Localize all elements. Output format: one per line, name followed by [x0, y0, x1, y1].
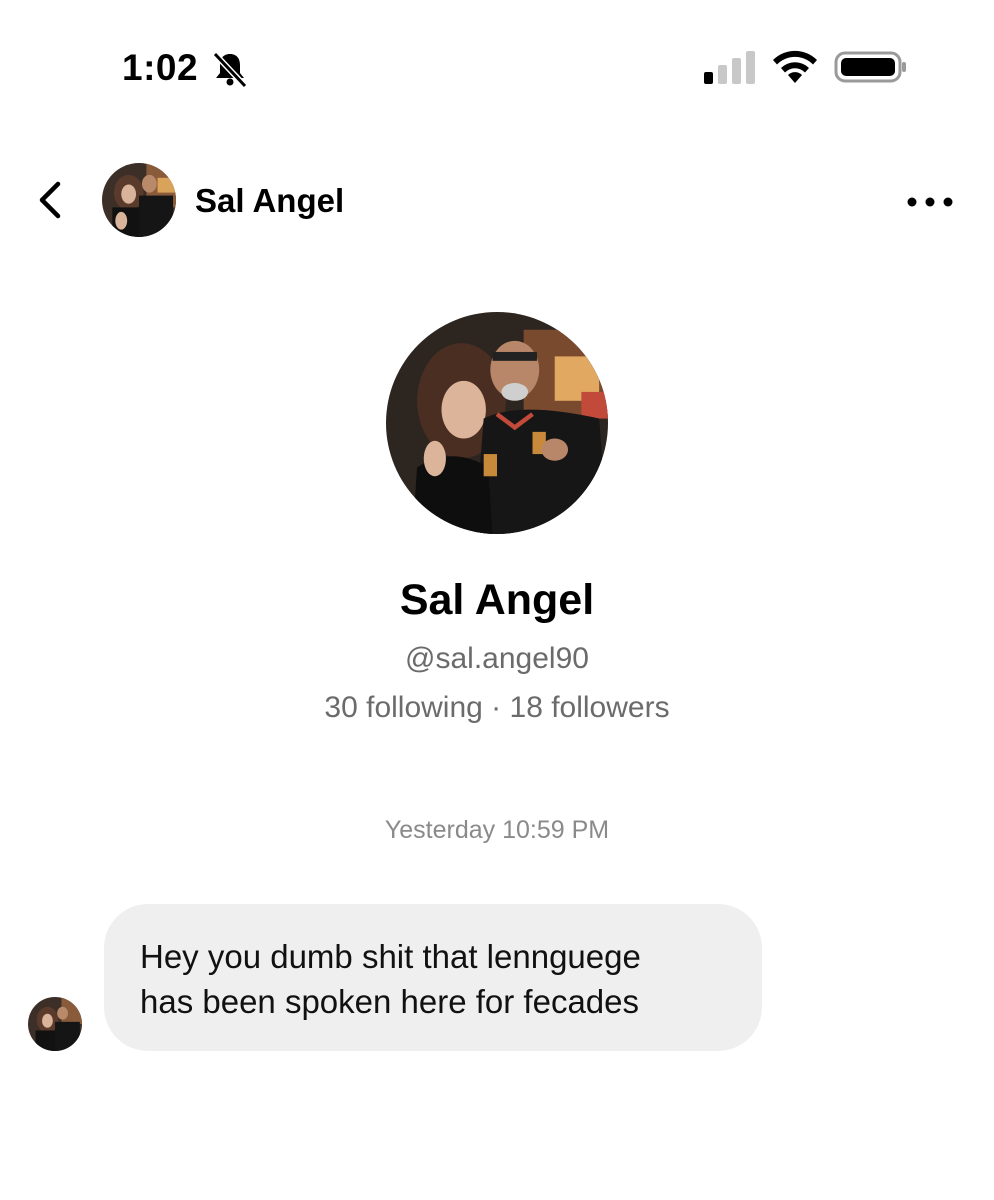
- message-timestamp: Yesterday 10:59 PM: [384, 816, 610, 844]
- avatar-photo: [102, 163, 176, 237]
- chevron-left-icon: [39, 181, 61, 219]
- battery-icon: [834, 51, 906, 83]
- message-bubble[interactable]: Hey you dumb shit that lennguege has bee…: [104, 904, 762, 1051]
- ellipsis-icon: [907, 197, 953, 207]
- message-sender-avatar[interactable]: [28, 997, 82, 1051]
- message-text: Hey you dumb shit that lennguege has bee…: [140, 938, 641, 1020]
- profile-avatar[interactable]: [386, 312, 608, 534]
- profile-handle: @sal.angel90: [405, 642, 589, 675]
- profile-name: Sal Angel: [399, 576, 595, 624]
- wifi-icon: [773, 50, 817, 83]
- signal-icon: [704, 51, 755, 84]
- status-time: 1:02: [122, 47, 199, 88]
- more-options-button[interactable]: [900, 182, 960, 222]
- bell-muted-icon: [212, 51, 248, 89]
- profile-stats[interactable]: 30 following · 18 followers: [0, 689, 994, 727]
- avatar-photo: [28, 997, 82, 1051]
- back-button[interactable]: [28, 176, 76, 224]
- status-bar: 1:02: [0, 0, 994, 130]
- avatar-photo: [386, 312, 608, 534]
- header-avatar[interactable]: [102, 163, 176, 237]
- header-contact-name[interactable]: Sal Angel: [195, 181, 344, 221]
